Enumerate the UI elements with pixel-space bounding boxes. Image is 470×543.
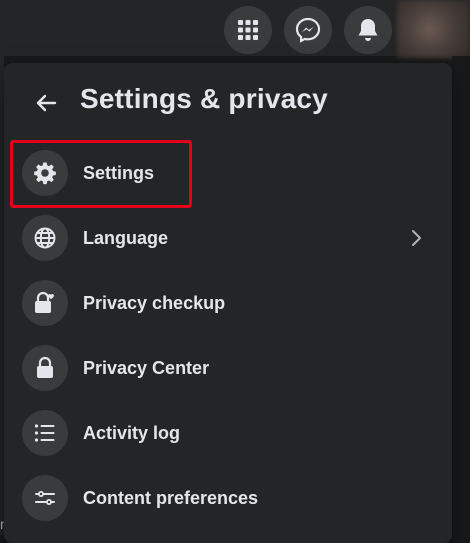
menu-item-activity-log[interactable]: Activity log bbox=[12, 403, 444, 463]
panel-header: Settings & privacy bbox=[4, 63, 452, 139]
menu-item-label: Privacy Center bbox=[83, 357, 210, 378]
account-avatar[interactable] bbox=[397, 0, 470, 58]
list-icon bbox=[22, 410, 68, 456]
gear-icon bbox=[22, 150, 68, 196]
top-navigation-bar bbox=[0, 0, 470, 58]
menu-item-content-preferences[interactable]: Content preferences bbox=[12, 468, 444, 528]
notifications-button[interactable] bbox=[344, 6, 392, 54]
messenger-icon bbox=[295, 17, 321, 43]
back-arrow-icon bbox=[36, 94, 57, 112]
chevron-right-icon bbox=[412, 230, 421, 246]
background-edge-right bbox=[452, 56, 470, 535]
sliders-icon bbox=[22, 475, 68, 521]
menu-grid-button[interactable] bbox=[224, 6, 272, 54]
settings-privacy-panel: Settings & privacy Settings Language Pri… bbox=[4, 63, 452, 543]
menu-item-privacy-checkup[interactable]: Privacy checkup bbox=[12, 273, 444, 333]
back-button[interactable] bbox=[28, 85, 64, 121]
menu-item-language[interactable]: Language bbox=[12, 208, 444, 268]
panel-title: Settings & privacy bbox=[80, 83, 328, 114]
notifications-bell-icon bbox=[358, 19, 378, 41]
menu-item-label: Language bbox=[83, 227, 169, 248]
menu-item-label: Activity log bbox=[83, 422, 181, 443]
menu-item-label: Privacy checkup bbox=[83, 292, 226, 313]
menu-item-privacy-center[interactable]: Privacy Center bbox=[12, 338, 444, 398]
menu-item-label: Settings bbox=[83, 162, 155, 183]
messenger-button[interactable] bbox=[284, 6, 332, 54]
menu-grid-icon bbox=[238, 20, 258, 40]
lock-heart-icon bbox=[22, 280, 68, 326]
globe-icon bbox=[22, 215, 68, 261]
menu-item-settings[interactable]: Settings bbox=[12, 143, 444, 203]
menu-item-label: Content preferences bbox=[83, 487, 259, 508]
lock-icon bbox=[22, 345, 68, 391]
